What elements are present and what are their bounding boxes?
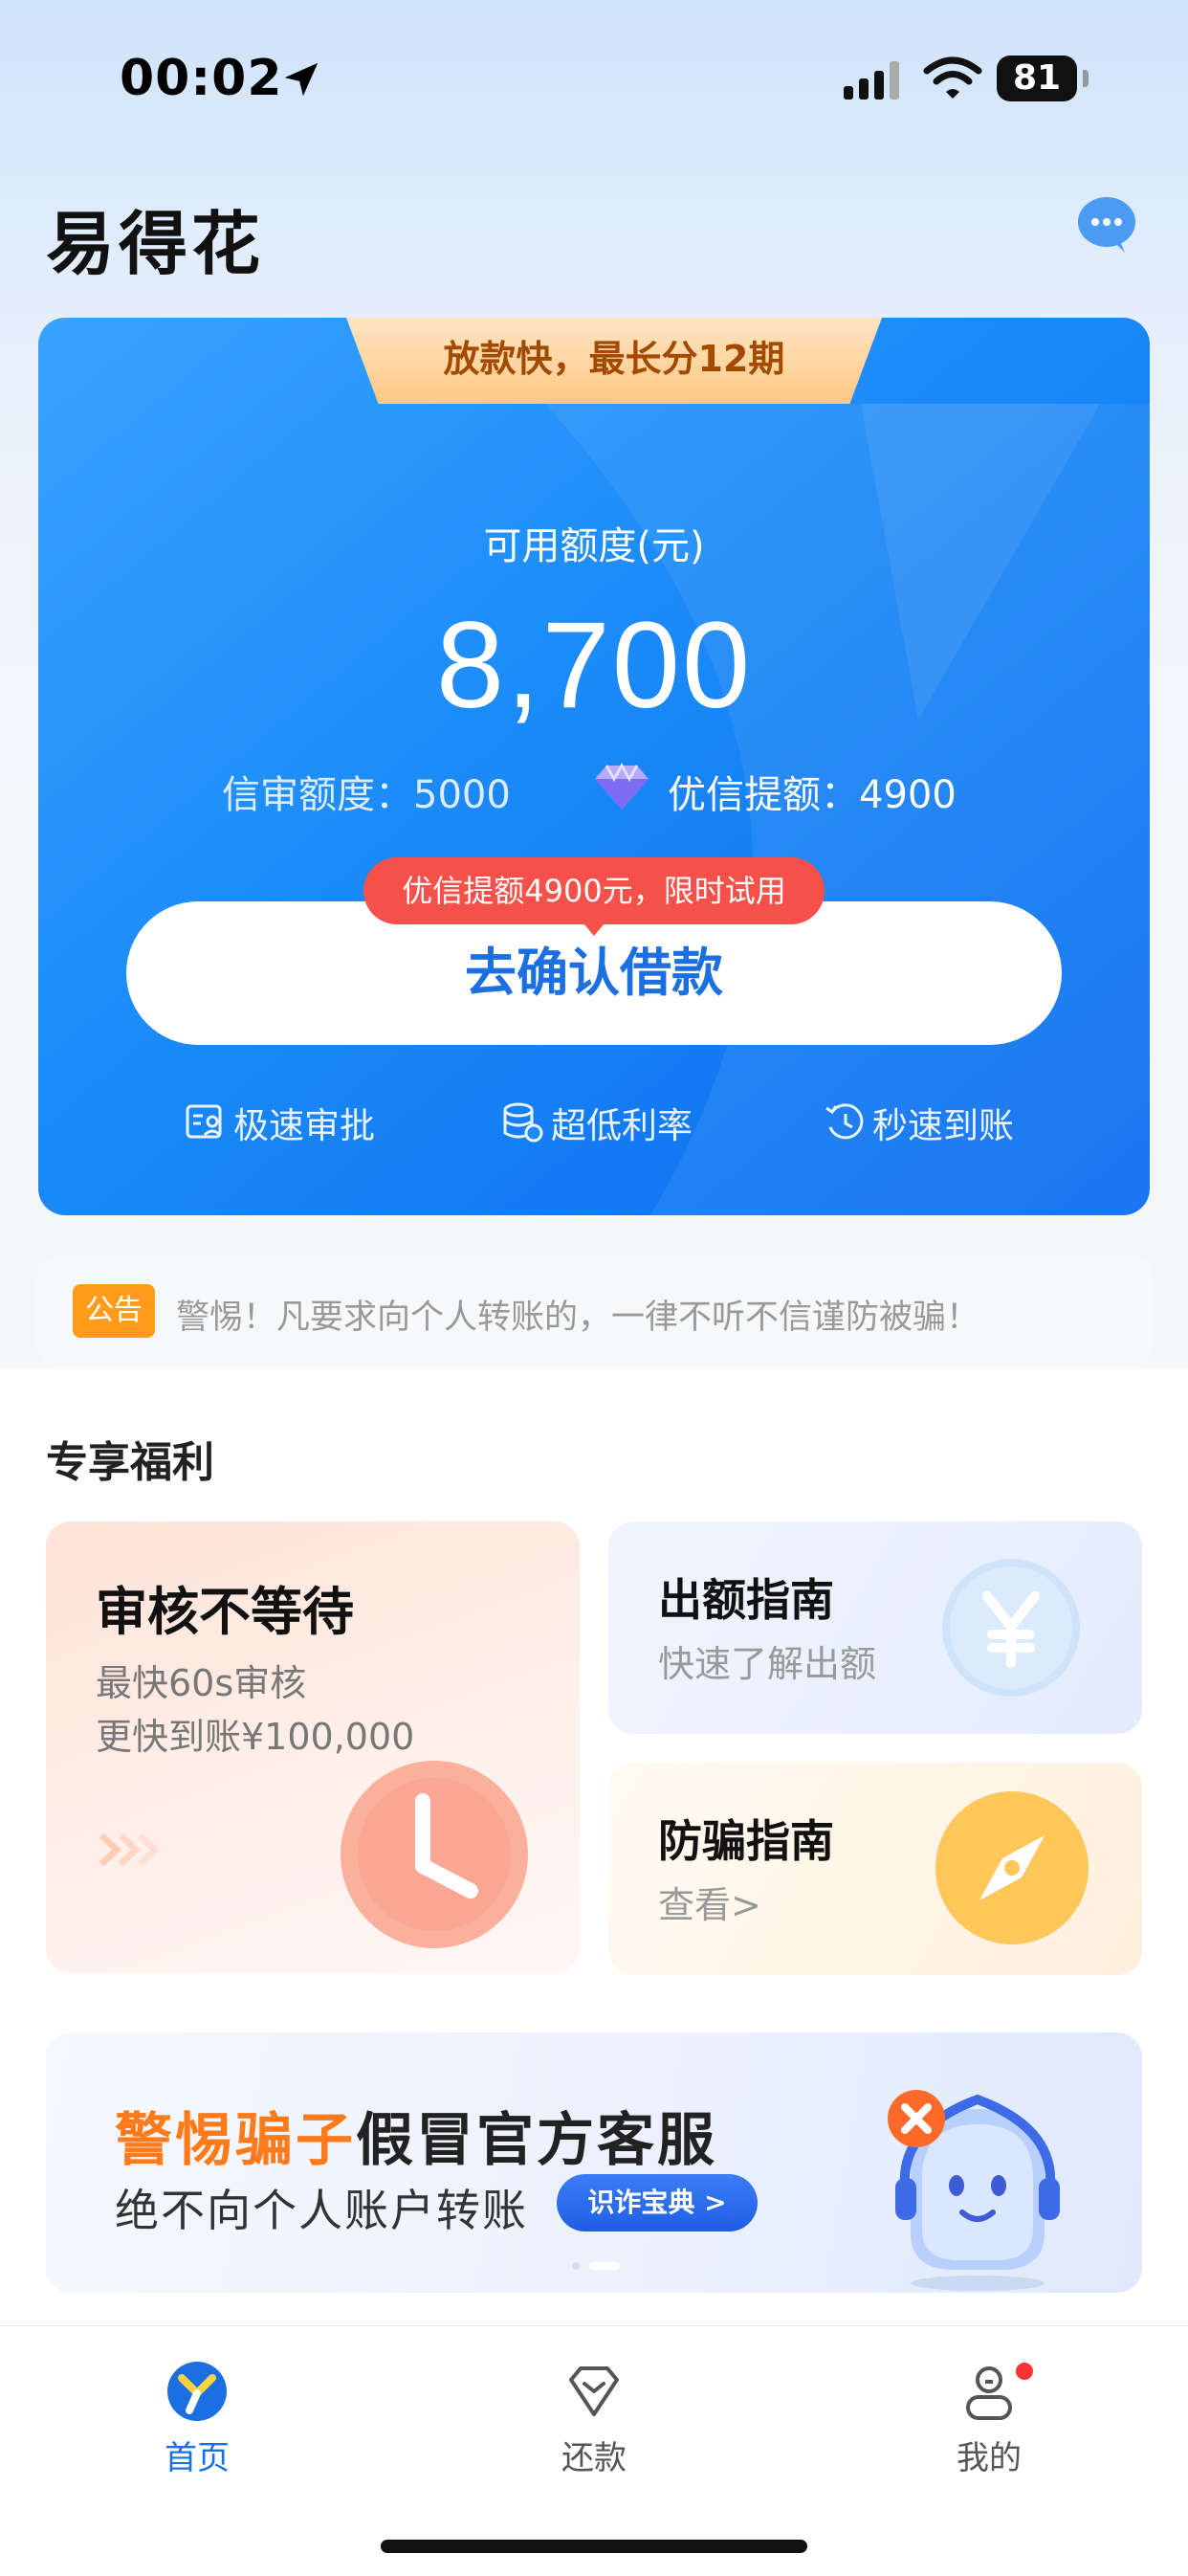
coins-icon	[503, 1102, 543, 1143]
tab-home[interactable]: 首页	[111, 2361, 283, 2477]
home-indicator	[381, 2540, 807, 2553]
banner-pagination	[572, 2260, 629, 2270]
review-benefit-card[interactable]: 审核不等待 最快60s审核 更快到账¥100,000	[46, 1521, 580, 1973]
repay-diamond-icon	[569, 2366, 619, 2416]
review-line2: 更快到账¥100,000	[96, 1716, 415, 1758]
anti-fraud-banner[interactable]: 警惕骗子假冒官方客服 绝不向个人账户转账 识诈宝典 >	[46, 2032, 1142, 2293]
banner-title: 警惕骗子假冒官方客服	[115, 2094, 717, 2177]
diamond-icon	[595, 762, 649, 810]
banner-subtitle: 绝不向个人账户转账	[115, 2185, 528, 2236]
feature-label: 极速审批	[233, 1105, 375, 1146]
battery-indicator: 81	[997, 56, 1089, 101]
promo-tab: 放款快，最长分12期	[346, 318, 882, 404]
compass-icon	[935, 1791, 1089, 1944]
pagination-dot	[572, 2262, 580, 2270]
fraud-guide-card[interactable]: 防骗指南 查看>	[608, 1763, 1142, 1975]
premium-tip-badge: 优信提额4900元，限时试用	[363, 857, 825, 936]
tab-label: 首页	[165, 2439, 230, 2477]
tab-label: 我的	[957, 2439, 1022, 2477]
home-logo-icon	[167, 2362, 227, 2421]
fraud-guide-title: 防骗指南	[658, 1815, 834, 1867]
credit-quota: 信审额度：5000	[222, 773, 511, 817]
banner-highlight: 警惕骗子	[115, 2107, 356, 2174]
wifi-icon	[923, 56, 982, 99]
clock-refresh-icon	[825, 1103, 864, 1140]
profile-icon	[966, 2366, 1012, 2420]
feature-instant-arrival: 秒速到账	[823, 1097, 1014, 1148]
feature-label: 秒速到账	[872, 1105, 1014, 1146]
benefits-title: 专享福利	[46, 1438, 214, 1487]
yen-icon	[942, 1559, 1080, 1697]
feature-row: 极速审批 超低利率 秒速到账	[38, 1097, 1150, 1154]
customer-service-robot-icon	[888, 2090, 1060, 2291]
tab-label: 还款	[561, 2439, 627, 2477]
pagination-dot-active	[589, 2262, 620, 2270]
location-arrow-icon	[284, 62, 319, 97]
notice-bar[interactable]: 公告 警惕！凡要求向个人转账的，一律不听不信谨防被骗！	[36, 1255, 1154, 1368]
tab-repay[interactable]: 还款	[508, 2361, 680, 2477]
available-credit-label: 可用额度(元)	[483, 524, 705, 568]
limit-guide-subtitle: 快速了解出额	[658, 1643, 877, 1685]
tab-mine[interactable]: 我的	[903, 2361, 1075, 2477]
status-time: 00:02	[120, 50, 283, 107]
notice-text: 警惕！凡要求向个人转账的，一律不听不信谨防被骗！	[176, 1299, 980, 1337]
limit-guide-card[interactable]: 出额指南 快速了解出额	[608, 1521, 1142, 1734]
banner-title-rest: 假冒官方客服	[356, 2107, 717, 2174]
status-bar: 00:02 81	[0, 0, 1188, 163]
triple-chevron-icon	[99, 1832, 161, 1867]
fraud-guide-subtitle: 查看>	[658, 1884, 761, 1926]
notice-tag: 公告	[73, 1284, 155, 1338]
fraud-handbook-button[interactable]: 识诈宝典 >	[557, 2174, 758, 2232]
credit-card: 放款快，最长分12期 可用额度(元) 8,700 信审额度：5000 优信提额：…	[38, 318, 1150, 1215]
premium-quota: 优信提额：4900	[668, 773, 957, 817]
quota-row: 信审额度：5000 优信提额：4900	[38, 760, 1150, 817]
chat-bubble-icon[interactable]	[1075, 193, 1138, 256]
feature-fast-approval: 极速审批	[184, 1097, 375, 1148]
approval-icon	[186, 1104, 222, 1139]
feature-label: 超低利率	[551, 1105, 693, 1146]
bottom-tab-bar: 首页 还款 我的	[0, 2325, 1188, 2576]
cellular-signal-icon	[844, 61, 899, 100]
app-title: 易得花	[46, 204, 265, 284]
limit-guide-title: 出额指南	[658, 1574, 834, 1626]
feature-low-rate: 超低利率	[501, 1097, 693, 1148]
notification-dot	[1016, 2363, 1033, 2380]
available-credit-amount: 8,700	[435, 597, 753, 734]
review-title: 审核不等待	[96, 1582, 354, 1642]
clock-icon	[341, 1761, 528, 1948]
review-line1: 最快60s审核	[96, 1662, 307, 1704]
